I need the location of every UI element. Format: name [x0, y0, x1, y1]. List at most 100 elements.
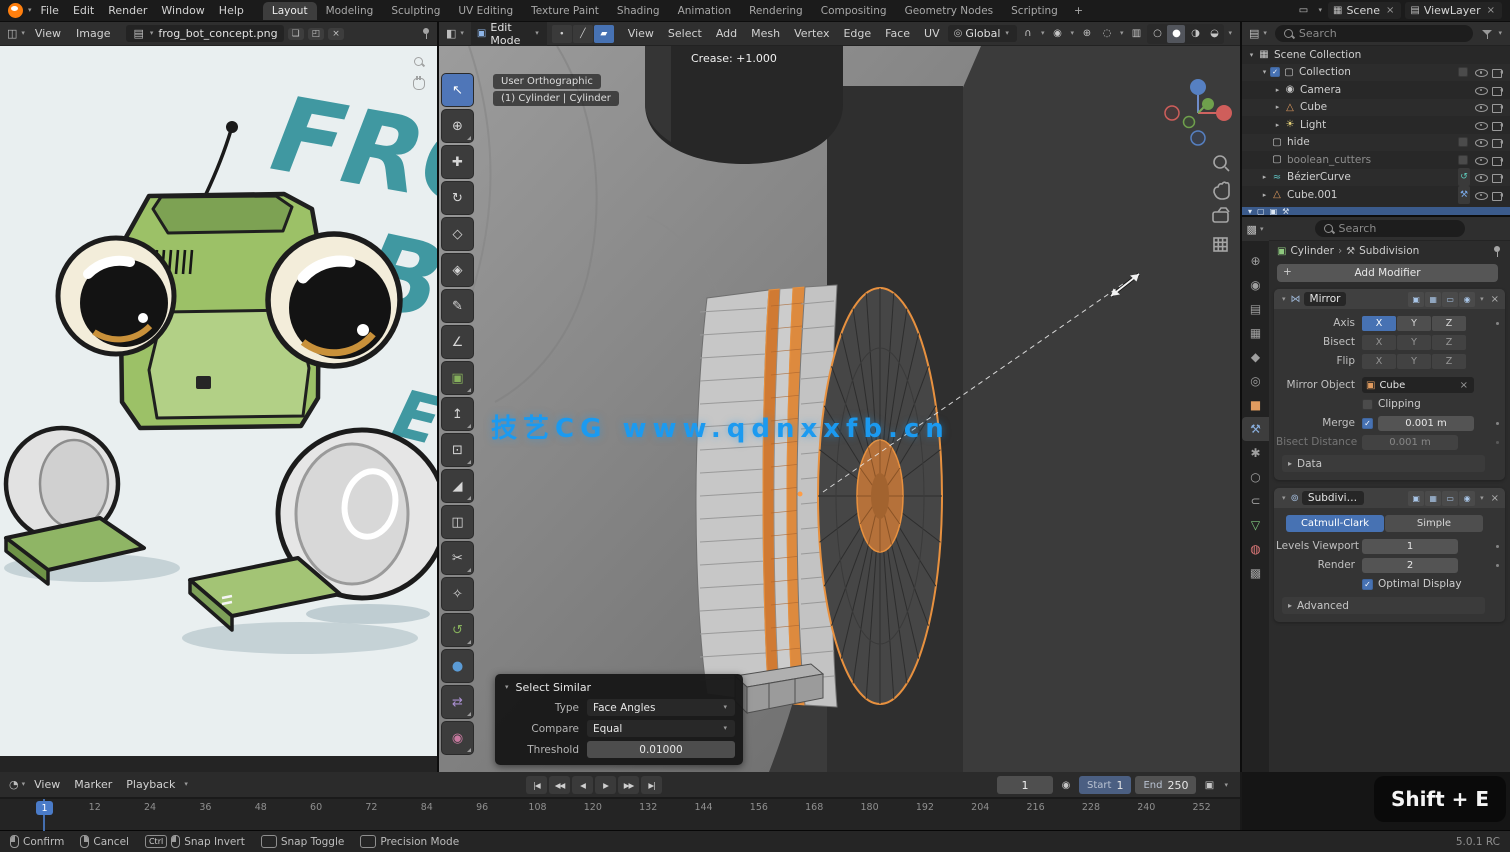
- subdivision-panel-header[interactable]: ▾ ⊚ Subdivision ▣ ▦ ▭ ◉ ▾ ×: [1274, 488, 1505, 508]
- properties-tab-object[interactable]: ■: [1242, 393, 1269, 417]
- menu-file[interactable]: File: [34, 2, 66, 19]
- clipping-checkbox[interactable]: [1362, 399, 1373, 410]
- workspace-tab-shading[interactable]: Shading: [608, 2, 669, 20]
- timeline-menu-view[interactable]: View: [27, 776, 67, 793]
- checkbox-icon[interactable]: [1458, 137, 1468, 147]
- tool-rotate[interactable]: ↻: [442, 182, 473, 214]
- properties-editor-type-icon[interactable]: ▩: [1247, 223, 1257, 236]
- pin-icon[interactable]: [421, 27, 431, 40]
- breadcrumb-object[interactable]: Cylinder: [1290, 245, 1333, 257]
- workspace-tab-sculpting[interactable]: Sculpting: [382, 2, 449, 20]
- menu-help[interactable]: Help: [212, 2, 251, 19]
- collapse-icon[interactable]: ▾: [1282, 495, 1286, 502]
- shading-solid-icon[interactable]: ●: [1167, 25, 1185, 43]
- on-cage-toggle[interactable]: ▣: [1408, 292, 1424, 307]
- mirror-object-field[interactable]: ▣ Cube ×: [1362, 377, 1474, 393]
- mirror-panel-header[interactable]: ▾ ⋈ Mirror ▣ ▦ ▭ ◉ ▾ ×: [1274, 289, 1505, 309]
- wheel-mesh[interactable]: [696, 285, 942, 707]
- play-reverse-button[interactable]: ◀: [572, 776, 593, 794]
- properties-tab-particles[interactable]: ✱: [1242, 441, 1269, 465]
- animate-dot[interactable]: [1496, 564, 1499, 567]
- filter-icon[interactable]: [1482, 29, 1492, 39]
- data-subpanel[interactable]: ▸Data: [1282, 455, 1485, 472]
- image-canvas[interactable]: FRO B E: [0, 46, 437, 772]
- eye-icon[interactable]: [1474, 66, 1487, 78]
- checkbox-icon[interactable]: [1458, 155, 1468, 165]
- open-image-icon[interactable]: ◰: [308, 28, 325, 40]
- tool-bevel[interactable]: ◢: [442, 470, 473, 502]
- bisect-y-button[interactable]: Y: [1397, 335, 1431, 350]
- workspace-tab-geometry-nodes[interactable]: Geometry Nodes: [896, 2, 1003, 20]
- eye-icon[interactable]: [1474, 119, 1487, 131]
- viewport-canvas[interactable]: ↖⊕✚↻◇◈✎∠▣↥⊡◢◫✂✧↺●⇄◉ User Orthographic (1…: [439, 46, 1240, 772]
- outliner-item-camera[interactable]: ▸◉Camera: [1242, 81, 1510, 99]
- camera-icon[interactable]: [1491, 189, 1504, 201]
- tool-measure[interactable]: ∠: [442, 326, 473, 358]
- optimal-display-checkbox[interactable]: ✓: [1362, 579, 1373, 590]
- close-icon[interactable]: ×: [1384, 5, 1396, 16]
- properties-tab-constraints[interactable]: ⊂: [1242, 489, 1269, 513]
- modifier-icon[interactable]: ⚒: [1458, 186, 1470, 204]
- tool-scale[interactable]: ◇: [442, 218, 473, 250]
- collapse-icon[interactable]: ▾: [1282, 296, 1286, 303]
- workspace-tab-uv-editing[interactable]: UV Editing: [449, 2, 522, 20]
- compare-dropdown[interactable]: Equal▾: [587, 720, 735, 737]
- tool-move[interactable]: ✚: [442, 146, 473, 178]
- workspace-tab-scripting[interactable]: Scripting: [1002, 2, 1067, 20]
- exclude-checkbox[interactable]: ✓: [1270, 67, 1280, 77]
- outliner-item-collection[interactable]: ▾✓▢Collection: [1242, 64, 1510, 82]
- edit-mode-toggle[interactable]: ▦: [1425, 292, 1441, 307]
- bisect-distance-field[interactable]: 0.001 m: [1362, 435, 1458, 450]
- tool-extrude-region[interactable]: ↥: [442, 398, 473, 430]
- chevron-down-icon[interactable]: ▾: [28, 7, 32, 14]
- shading-material-icon[interactable]: ◑: [1186, 25, 1204, 43]
- viewport-editor-type-icon[interactable]: ◧: [446, 27, 456, 40]
- eye-icon[interactable]: [1474, 189, 1487, 201]
- snap-magnet-icon[interactable]: ∩: [1019, 25, 1037, 43]
- edge-select-button[interactable]: ╱: [573, 25, 593, 43]
- eye-icon[interactable]: [1474, 154, 1487, 166]
- tool-inset-faces[interactable]: ⊡: [442, 434, 473, 466]
- outliner-editor-type-icon[interactable]: ▤: [1249, 27, 1259, 40]
- viewport-menu-select[interactable]: Select: [661, 25, 709, 42]
- viewport-menu-edge[interactable]: Edge: [836, 25, 878, 42]
- flip-z-button[interactable]: Z: [1432, 354, 1466, 369]
- tool-poly-build[interactable]: ✧: [442, 578, 473, 610]
- merge-checkbox[interactable]: ✓: [1362, 418, 1373, 429]
- mode-selector[interactable]: ▣ Edit Mode ▾: [471, 22, 547, 49]
- outliner-item-hide[interactable]: ▢hide: [1242, 134, 1510, 152]
- blender-logo-icon[interactable]: [8, 3, 23, 18]
- viewport-menu-face[interactable]: Face: [878, 25, 917, 42]
- timeline-editor-type-icon[interactable]: ◔: [9, 778, 19, 791]
- shading-wireframe-icon[interactable]: ○: [1148, 25, 1166, 43]
- menu-render[interactable]: Render: [101, 2, 154, 19]
- properties-tab-object-data[interactable]: ▽: [1242, 513, 1269, 537]
- outliner-item-light[interactable]: ▸☀Light: [1242, 116, 1510, 134]
- tool-transform[interactable]: ◈: [442, 254, 473, 286]
- workspace-tab-layout[interactable]: Layout: [263, 2, 317, 20]
- zoom-icon[interactable]: [413, 56, 425, 68]
- proportional-edit-icon[interactable]: ◉: [1048, 25, 1066, 43]
- selected-row-partial[interactable]: ▾▢▣⚒: [1242, 207, 1510, 215]
- next-keyframe-button[interactable]: ▶▶: [618, 776, 639, 794]
- show-gizmo-icon[interactable]: ⊕: [1078, 25, 1096, 43]
- tool-cursor-3d[interactable]: ⊕: [442, 110, 473, 142]
- viewport-menu-view[interactable]: View: [621, 25, 661, 42]
- frame-ruler[interactable]: 1 12243648607284961081201321441561681801…: [0, 798, 1240, 830]
- delete-modifier-icon[interactable]: ×: [1491, 493, 1499, 504]
- tool-shrink-fatten[interactable]: ◉: [442, 722, 473, 754]
- workspace-tab-compositing[interactable]: Compositing: [812, 2, 896, 20]
- merge-threshold-field[interactable]: 0.001 m: [1378, 416, 1474, 431]
- outliner-item-cube-001[interactable]: ▸△Cube.001⚒: [1242, 186, 1510, 204]
- current-frame-field[interactable]: 1: [997, 776, 1053, 794]
- add-modifier-button[interactable]: Add Modifier: [1277, 264, 1498, 282]
- jump-end-button[interactable]: ▶|: [641, 776, 662, 794]
- outliner-item-scene-collection[interactable]: ▾▦Scene Collection: [1242, 46, 1510, 64]
- modifier-name-field[interactable]: Subdivision: [1302, 491, 1364, 505]
- add-workspace-button[interactable]: +: [1067, 2, 1090, 19]
- levels-viewport-field[interactable]: 1: [1362, 539, 1458, 554]
- bisect-z-button[interactable]: Z: [1432, 335, 1466, 350]
- outliner-item-cube[interactable]: ▸△Cube: [1242, 99, 1510, 117]
- viewport-menu-add[interactable]: Add: [709, 25, 744, 42]
- image-menu-view[interactable]: View: [28, 25, 68, 42]
